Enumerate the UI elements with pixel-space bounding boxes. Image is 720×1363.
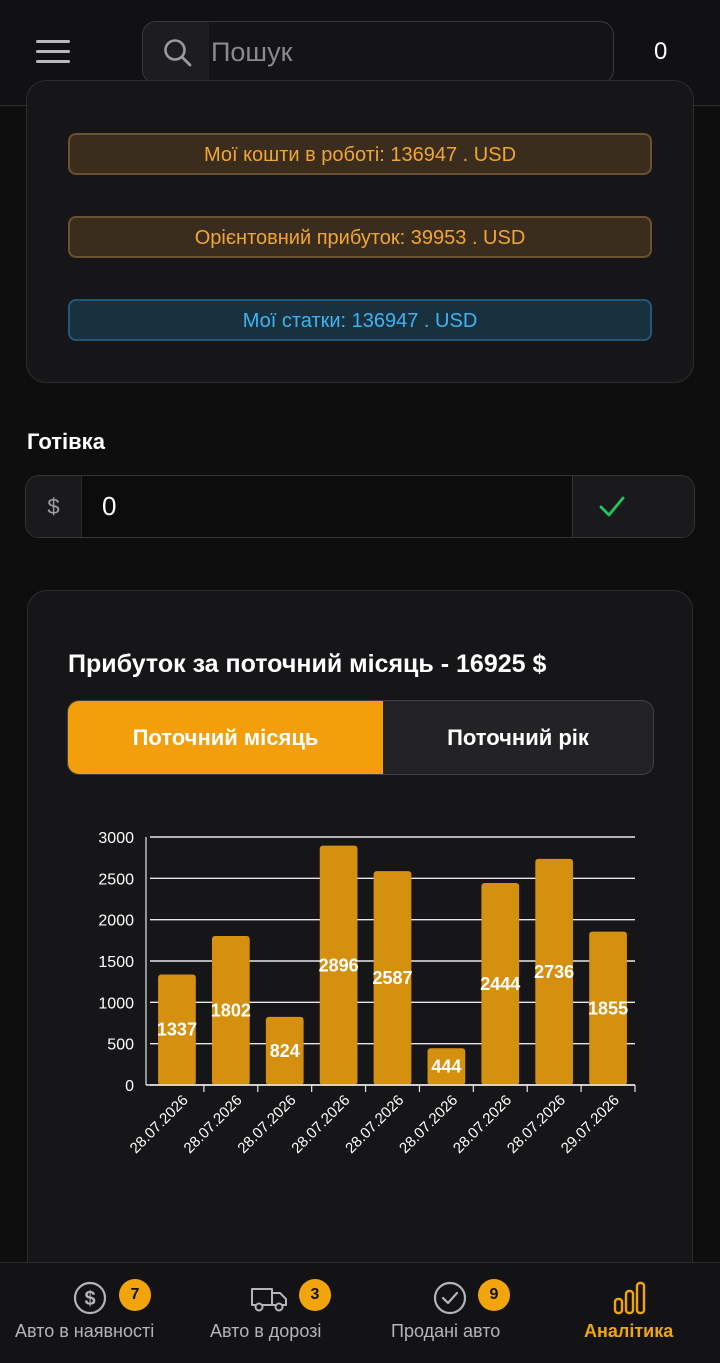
nav-label: Продані авто (391, 1321, 501, 1341)
bar-value-label: 2736 (534, 962, 574, 982)
profit-bar-chart: 050010001500200025003000133728.07.202618… (98, 830, 636, 1157)
nav-badge: 9 (478, 1279, 510, 1311)
y-tick-label: 0 (125, 1078, 134, 1095)
funds-in-work-badge: Мої кошти в роботі: 136947 . USD (68, 133, 652, 175)
y-tick-label: 500 (107, 1037, 134, 1054)
y-tick-label: 1500 (98, 954, 134, 971)
profit-title: Прибуток за поточний місяць - 16925 $ (68, 650, 547, 678)
bar-chart-icon (613, 1281, 646, 1315)
nav-analytics[interactable]: Аналітика (540, 1263, 720, 1363)
truck-icon (251, 1288, 287, 1312)
tab-current-year[interactable]: Поточний рік (383, 701, 653, 774)
y-tick-label: 1000 (98, 995, 134, 1012)
nav-available-cars[interactable]: $ 7 Авто в наявності (0, 1263, 180, 1363)
search-icon[interactable] (143, 22, 209, 83)
bar-value-label: 444 (431, 1057, 461, 1077)
cash-input[interactable] (82, 476, 572, 537)
y-tick-label: 3000 (98, 830, 134, 847)
cash-label: Готівка (27, 429, 105, 454)
bar-value-label: 1855 (588, 998, 628, 1018)
menu-icon[interactable] (36, 40, 70, 66)
dollar-circle-icon: $ (73, 1281, 107, 1315)
bar-value-label: 2444 (480, 974, 520, 994)
search-box (142, 21, 614, 84)
check-icon (599, 496, 625, 517)
balance-badge: Мої статки: 136947 . USD (68, 299, 652, 341)
x-tick-label: 29.07.2026 (558, 1092, 623, 1157)
y-tick-label: 2500 (98, 871, 134, 888)
nav-badge: 3 (299, 1279, 331, 1311)
nav-sold-cars[interactable]: 9 Продані авто (360, 1263, 540, 1363)
y-tick-label: 2000 (98, 913, 134, 930)
bar-value-label: 824 (270, 1041, 300, 1061)
nav-badge: 7 (119, 1279, 151, 1311)
bar-value-label: 1337 (157, 1020, 197, 1040)
tab-current-month[interactable]: Поточний місяць (68, 701, 383, 774)
header-counter[interactable]: 0 (654, 38, 667, 66)
nav-label: Авто в дорозі (210, 1321, 322, 1341)
check-circle-icon (433, 1281, 467, 1315)
search-input[interactable] (209, 22, 609, 83)
nav-cars-on-road[interactable]: 3 Авто в дорозі (180, 1263, 360, 1363)
estimated-profit-badge: Орієнтовний прибуток: 39953 . USD (68, 216, 652, 258)
period-toggle: Поточний місяць Поточний рік (67, 700, 654, 775)
currency-symbol: $ (26, 476, 82, 537)
nav-label: Авто в наявності (15, 1321, 155, 1341)
bottom-navigation: $ 7 Авто в наявності 3 Авто в дорозі 9 П… (0, 1262, 720, 1363)
svg-text:$: $ (84, 1288, 95, 1310)
cash-input-group: $ (25, 475, 695, 538)
bar-value-label: 2587 (372, 968, 412, 988)
bar-value-label: 1802 (211, 1001, 251, 1021)
bar-value-label: 2896 (319, 955, 359, 975)
confirm-cash-button[interactable] (572, 476, 694, 537)
nav-label: Аналітика (584, 1321, 674, 1341)
